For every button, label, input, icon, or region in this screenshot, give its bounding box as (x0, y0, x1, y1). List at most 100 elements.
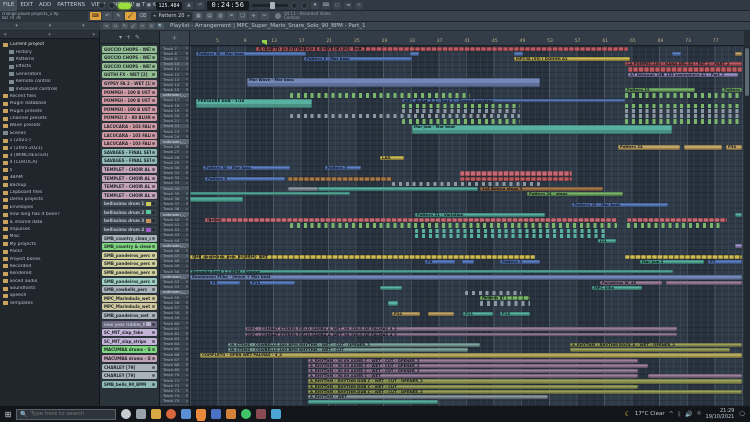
playlist-clip[interactable]: Pattern 30 - Mar bass (203, 166, 290, 170)
track-mute-led[interactable] (186, 353, 189, 356)
track-mute-led[interactable] (186, 156, 189, 159)
playlist-clip[interactable] (625, 104, 742, 108)
playlist-clip[interactable]: Bandoneon Filho - Venue + Mar beat (190, 275, 742, 279)
pattern-chip-23[interactable]: SMB_country_clean_dub (102, 235, 157, 242)
track-mute-led[interactable] (186, 213, 189, 216)
playlist-clip[interactable]: MPC_Bullet_2.1 - Part_2 - Groove machine (402, 99, 625, 102)
browser-item-4-curtica[interactable]: 4 (CURTICA) (0, 159, 99, 166)
playlist-clip[interactable] (684, 145, 722, 149)
playlist-clip[interactable] (570, 348, 730, 352)
track-mute-led[interactable] (186, 62, 189, 65)
track-mute-led[interactable] (186, 280, 189, 283)
track-mute-led[interactable] (186, 374, 189, 377)
pencil-tool-button[interactable]: ✎ (114, 12, 123, 20)
playlist-clip[interactable]: fuerza (205, 218, 617, 222)
playlist-window-button[interactable]: ▦ (194, 12, 203, 20)
playlist-clip[interactable]: A_RHYTHM - 90 69 ASMR C - WET - CUT - OP… (308, 364, 648, 368)
playlist-clip[interactable]: Pattern 24 - steps (527, 192, 623, 196)
playlist-clip[interactable] (480, 301, 530, 305)
track-mute-led[interactable] (186, 218, 189, 221)
browser-item-rendered[interactable]: Rendered (0, 270, 99, 277)
browser-item-misc[interactable]: Misc (0, 233, 99, 240)
track-mute-led[interactable] (186, 317, 189, 320)
track-mute-led[interactable] (186, 285, 189, 288)
playlist-clip[interactable]: A_RHYTHM - WET (308, 395, 548, 399)
picker-filter-icon[interactable]: ▾ (119, 34, 122, 41)
playlist-clip[interactable]: Pattern 20 - Mar beat (572, 203, 668, 207)
pattern-chip-32[interactable]: SMB_pandeiros_wet (102, 312, 157, 319)
pattern-chip-13[interactable]: SAVAGES - FINAL SET (102, 149, 157, 156)
playlist-clip[interactable] (462, 260, 474, 264)
pattern-chip-1[interactable]: GUCCIO CHOPS - WET 1 (102, 46, 157, 53)
pattern-chip-18[interactable]: TEMPLET - CHOIR AL (102, 192, 157, 199)
playlist-clip[interactable] (625, 109, 742, 113)
browser-item-wave-presets[interactable]: Wave presets (0, 122, 99, 129)
speaker-icon[interactable]: ◄ (344, 2, 352, 9)
steam-taskbar-icon[interactable] (181, 409, 191, 419)
zoom-icon[interactable]: 🔍 (157, 23, 164, 29)
pattern-chip-36[interactable]: MACUMBA drums - SLOW (102, 346, 157, 353)
playlist-clip[interactable] (628, 67, 742, 71)
playlist-grid[interactable]: A_GUATTO LA ROTONDA 4-4 A-WET DEL 80 - P… (190, 46, 744, 406)
playlist-clip[interactable]: Pandeiros W_46 (600, 281, 662, 285)
track-mute-led[interactable] (186, 94, 189, 97)
metronome-icon[interactable]: ▲ (185, 2, 193, 9)
playlist-clip[interactable]: SMB_pandeiros_perc_90_BPM - WET (190, 255, 535, 259)
playlist-clip[interactable] (402, 119, 520, 123)
paint-icon[interactable]: 🖌 (130, 23, 137, 29)
playlist-clip[interactable] (465, 291, 521, 295)
browser-item-recorded[interactable]: Recorded (0, 263, 99, 270)
browser-item-il-shared-data[interactable]: IL shared data (0, 218, 99, 225)
photos-taskbar-icon[interactable] (271, 409, 281, 419)
track-mute-led[interactable] (186, 166, 189, 169)
playlist-clip[interactable] (468, 182, 540, 186)
playlist-clip[interactable] (288, 177, 392, 181)
track-mute-led[interactable] (186, 239, 189, 242)
playlist-clip[interactable] (388, 301, 398, 305)
pattern-chip-31[interactable]: MPC_Marimbula_wet (102, 303, 157, 310)
track-mute-led[interactable] (186, 151, 189, 154)
playlist-clip[interactable]: Mar Jam - Mar beat (412, 125, 672, 135)
pattern-chip-17[interactable]: TEMPLET - CHOIR AL (102, 183, 157, 190)
browser-item-recent-files[interactable]: Recent files (0, 93, 99, 100)
track-mute-led[interactable] (186, 379, 189, 382)
shuffle-knob[interactable] (301, 2, 308, 9)
pattern-chip-40[interactable]: SMB_bells_90_BPM (102, 381, 157, 388)
scrollbar-thumb[interactable] (745, 48, 749, 96)
time-display[interactable]: 0:24:56 (207, 1, 249, 10)
track-mute-led[interactable] (186, 135, 189, 138)
browser-item-current-project[interactable]: Current project (0, 41, 99, 48)
search-input[interactable] (30, 411, 110, 417)
vertical-scrollbar[interactable] (744, 46, 750, 406)
playlist-clip[interactable] (428, 312, 454, 316)
playlist-clip[interactable] (410, 52, 419, 56)
track-mute-led[interactable] (186, 311, 189, 314)
pattern-chip-15[interactable]: TEMPLET - CHOIR AL (102, 166, 157, 173)
track-mute-led[interactable] (186, 348, 189, 351)
pattern-chip-14[interactable]: SAVAGES - FINAL SET (102, 157, 157, 164)
playlist-clip[interactable]: A_GUATTO LA ROTONDA 4-4 A-WET DEL 80 - P… (256, 47, 628, 51)
browser-item-1-2021[interactable]: 1 (2021-) (0, 137, 99, 144)
slide-tool-button[interactable]: ✂ (260, 12, 269, 20)
delete-tool-button[interactable]: ⌫ (138, 12, 147, 20)
playlist-clip[interactable] (415, 234, 605, 238)
playlist-clip[interactable]: A_RHYTHM - 90 69 ASMR C - WET (308, 374, 638, 378)
playlist-clip[interactable] (402, 104, 520, 108)
night-light-icon[interactable]: ☾ (625, 410, 631, 418)
picker-edit-icon[interactable]: ✎ (135, 34, 140, 41)
spotify-taskbar-icon[interactable] (241, 409, 251, 419)
browser-item-impulses[interactable]: Impulses (0, 226, 99, 233)
track-mute-led[interactable] (186, 125, 189, 128)
pattern-chip-26[interactable]: SMB_pandeiros_perc (102, 260, 157, 267)
track-mute-led[interactable] (186, 368, 189, 371)
playlist-clip[interactable] (308, 400, 438, 404)
start-button[interactable]: ⊞ (0, 406, 16, 422)
playlist-clip[interactable] (735, 244, 742, 248)
pattern-chip-21[interactable]: bellissima drum 3 - Tu (102, 217, 157, 224)
slice-icon[interactable]: ✂ (139, 23, 146, 29)
browser-item-2-2005-2021[interactable]: 2 (2005-2021) (0, 144, 99, 151)
browser-item-history[interactable]: History (0, 48, 99, 55)
track-mute-led[interactable] (186, 265, 189, 268)
playlist-clip[interactable]: A_RHYTHM - RHYTHM DUB C - WET - CUT - OP… (308, 379, 742, 383)
browser-item-packs[interactable]: Packs (0, 248, 99, 255)
